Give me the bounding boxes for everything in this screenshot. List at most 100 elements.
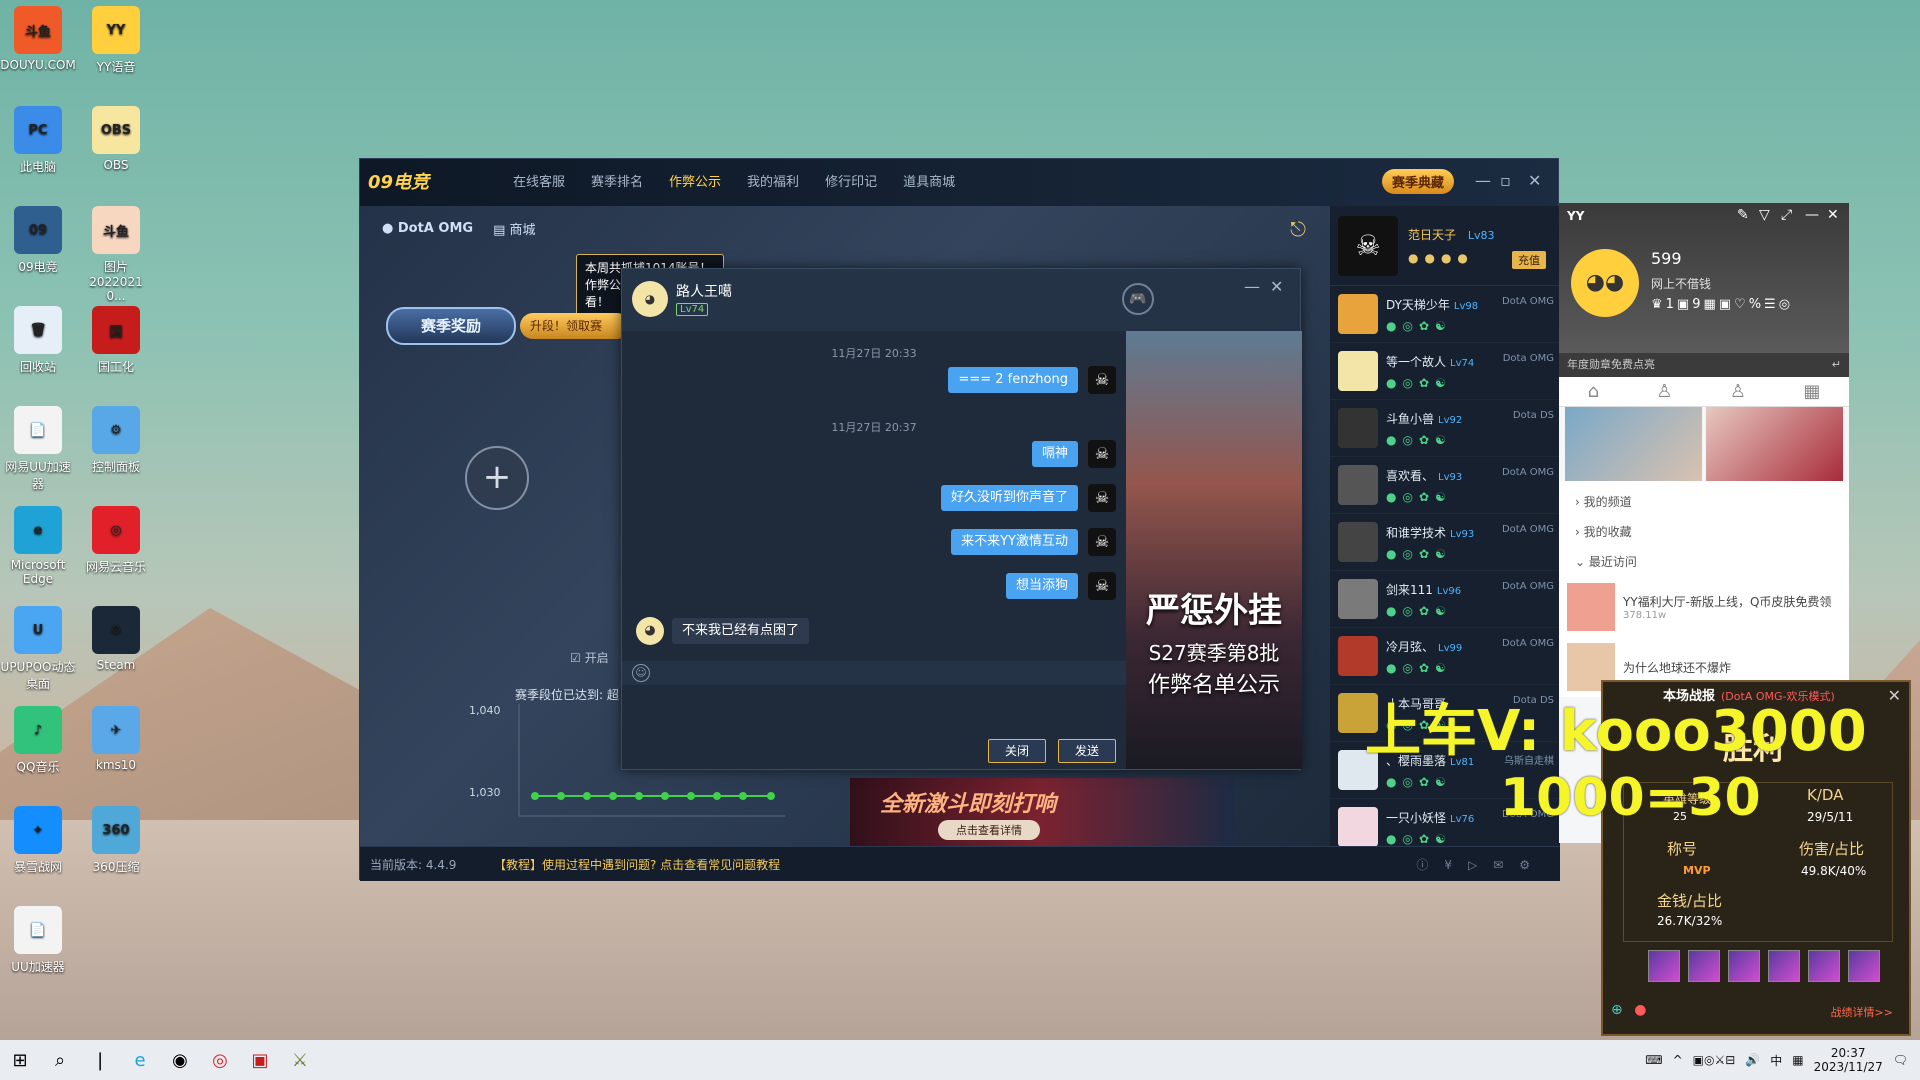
promo-title: 全新激斗即刻打响 [880, 792, 1057, 817]
friend-row[interactable]: 和谁学技术 Lv93 ●◎✿☯ DotA OMG [1330, 514, 1560, 571]
recharge-button[interactable]: 充值 [1512, 251, 1546, 269]
yy-minimize-icon[interactable]: — [1805, 207, 1819, 223]
share-icon[interactable]: ⊕ [1611, 1002, 1623, 1018]
nav-online-service[interactable]: 在线客服 [500, 159, 578, 206]
yy-edit-icon[interactable]: ✎ [1737, 207, 1749, 223]
taskview-icon[interactable]: ❘ [80, 1040, 120, 1080]
close-icon[interactable]: ✕ [1528, 171, 1541, 190]
self-avatar[interactable]: ☠ [1338, 215, 1398, 276]
desktop-icon[interactable]: 📄 网易UU加速器 [0, 406, 76, 492]
clock[interactable]: 20:37 2023/11/27 [1814, 1046, 1883, 1074]
chat-close-icon[interactable]: ✕ [1270, 277, 1283, 296]
tab-dota-omg[interactable]: ● DotA OMG [382, 221, 473, 236]
yy-menu-channel[interactable]: › 我的频道 [1559, 487, 1849, 517]
item-slot [1688, 950, 1720, 982]
friend-row[interactable]: 等一个故人 Lv74 ●◎✿☯ Dota OMG [1330, 343, 1560, 400]
chat-input[interactable] [622, 685, 1126, 737]
send-button[interactable]: 发送 [1058, 739, 1116, 763]
apps-icon[interactable]: ▦ [1803, 381, 1820, 402]
desktop-icon[interactable]: PC 此电脑 [0, 106, 76, 175]
gamepad-icon[interactable]: 🎮 [1122, 283, 1154, 315]
desktop-icon[interactable]: ◎ 网易云音乐 [78, 506, 154, 575]
user-icon[interactable]: ♙ [1656, 381, 1672, 402]
tray-apps-icon[interactable]: ▣◎⚔⊟ [1693, 1053, 1736, 1067]
start-icon[interactable]: ⊞ [0, 1040, 40, 1080]
desktop-icon[interactable]: ⚙ Steam [78, 606, 154, 672]
season-reward-button[interactable]: 赛季奖励 [386, 307, 516, 345]
contacts-icon[interactable]: ♙ [1730, 381, 1746, 402]
carousel-image[interactable] [1565, 407, 1702, 481]
yy-carousel[interactable] [1559, 407, 1849, 481]
exit-icon[interactable]: ⎋ [1290, 217, 1306, 241]
desktop-icon[interactable]: 斗鱼 DOUYU.COM [0, 6, 76, 72]
report-close-icon[interactable]: ✕ [1888, 686, 1901, 705]
anti-cheat-ad[interactable]: 严惩外挂 S27赛季第8批 作弊名单公示 [1126, 331, 1302, 769]
tutorial-link[interactable]: 【教程】使用过程中遇到问题? 点击查看常见问题教程 [494, 856, 780, 873]
maximize-icon[interactable]: ▫ [1500, 171, 1511, 190]
minimize-icon[interactable]: — [1475, 171, 1491, 190]
yy-menu-favorites[interactable]: › 我的收藏 [1559, 517, 1849, 547]
desktop-icon[interactable]: ⚙ 控制面板 [78, 406, 154, 475]
yy-skin-icon[interactable]: ▽ [1759, 207, 1770, 223]
desktop-icon[interactable]: ✦ 暴雪战网 [0, 806, 76, 875]
carousel-image[interactable] [1706, 407, 1843, 481]
promo-banner[interactable]: 全新激斗即刻打响 点击查看详情 [850, 778, 1234, 846]
yy-menu-recent[interactable]: ⌄ 最近访问 [1559, 547, 1849, 577]
desktop-icon-label: 图片 2022021 0... [89, 260, 143, 303]
keyboard-icon[interactable]: ⌨ [1645, 1053, 1662, 1067]
friend-row[interactable]: 斗鱼小兽 Lv92 ●◎✿☯ Dota DS [1330, 400, 1560, 457]
desktop-icon[interactable]: 斗鱼 图片 2022021 0... [78, 206, 154, 303]
emoji-icon[interactable]: ☺ [632, 664, 650, 682]
yy-recent-item[interactable]: YY福利大厅-新版上线，Q币皮肤免费领 378.11w [1559, 577, 1849, 637]
volume-icon[interactable]: 🔊 [1745, 1053, 1760, 1067]
detail-link[interactable]: 战绩详情>> [1831, 1004, 1893, 1020]
09-client-icon[interactable]: ⚔ [280, 1040, 320, 1080]
promo-button[interactable]: 点击查看详情 [938, 820, 1040, 840]
obs-icon[interactable]: ◉ [160, 1040, 200, 1080]
tray-arrow-icon[interactable]: ^ [1673, 1053, 1683, 1067]
nav-practice-mark[interactable]: 修行印记 [812, 159, 890, 206]
desktop-icon[interactable]: YY YY语音 [78, 6, 154, 75]
chat-avatar[interactable]: ◕ [632, 281, 668, 317]
grid-icon[interactable]: ▦ [1792, 1053, 1803, 1067]
desktop-icon[interactable]: 09 09电竞 [0, 206, 76, 275]
desktop-icon[interactable]: 国国工化 [78, 306, 154, 375]
friend-row[interactable]: 冷月弦、 Lv99 ●◎✿☯ DotA OMG [1330, 628, 1560, 685]
desktop-icon[interactable]: OBS OBS [78, 106, 154, 172]
friend-row[interactable]: 喜欢看、 Lv93 ●◎✿☯ DotA OMG [1330, 457, 1560, 514]
desktop-icon[interactable]: 📄 UU加速器 [0, 906, 76, 975]
desktop-icon[interactable]: 🗑 回收站 [0, 306, 76, 375]
yy-medal-bar[interactable]: 年度勋章免费点亮 ↵ [1559, 353, 1849, 377]
friend-row[interactable]: 剑来111 Lv96 ●◎✿☯ DotA OMG [1330, 571, 1560, 628]
upgrade-reward-button[interactable]: 升段！领取赛 [520, 313, 630, 339]
nav-item-store[interactable]: 道具商城 [890, 159, 968, 206]
open-checkbox[interactable]: ☑ 开启 [570, 649, 609, 666]
tab-shop[interactable]: ▤ 商城 [493, 219, 535, 238]
yy-signature[interactable]: 网上不借钱 [1651, 275, 1711, 292]
status-icons[interactable]: ⓘ¥▷✉⚙ [1416, 856, 1546, 873]
close-button[interactable]: 关闭 [988, 739, 1046, 763]
home-icon[interactable]: ⌂ [1588, 381, 1599, 402]
search-icon[interactable]: ⌕ [40, 1040, 80, 1080]
add-icon[interactable]: + [465, 446, 529, 510]
nav-season-rank[interactable]: 赛季排名 [578, 159, 656, 206]
yy-avatar[interactable]: ◕◕ [1571, 249, 1639, 317]
friend-row[interactable]: DY天梯少年 Lv98 ●◎✿☯ DotA OMG [1330, 286, 1560, 343]
nav-cheat-notice[interactable]: 作弊公示 [656, 159, 734, 206]
ime-indicator[interactable]: 中 [1770, 1052, 1782, 1069]
chat-minimize-icon[interactable]: — [1244, 277, 1260, 296]
netease-music-icon[interactable]: ◎ [200, 1040, 240, 1080]
notification-icon[interactable]: 🗨 [1893, 1053, 1908, 1067]
desktop-icon[interactable]: e Microsoft Edge [0, 506, 76, 586]
desktop-icon[interactable]: U UPUPOO动态桌面 [0, 606, 76, 692]
edge-icon[interactable]: e [120, 1040, 160, 1080]
report-icon[interactable]: ● [1634, 1002, 1646, 1018]
yy-expand-icon[interactable]: ⤢ [1781, 207, 1792, 223]
yy-close-icon[interactable]: ✕ [1827, 207, 1839, 223]
desktop-icon[interactable]: ♪ QQ音乐 [0, 706, 76, 775]
season-collection-button[interactable]: 赛季典藏 [1382, 169, 1455, 194]
desktop-icon[interactable]: ✈ kms10 [78, 706, 154, 772]
desktop-icon[interactable]: 360 360压缩 [78, 806, 154, 875]
app-icon[interactable]: ▣ [240, 1040, 280, 1080]
nav-my-benefits[interactable]: 我的福利 [734, 159, 812, 206]
